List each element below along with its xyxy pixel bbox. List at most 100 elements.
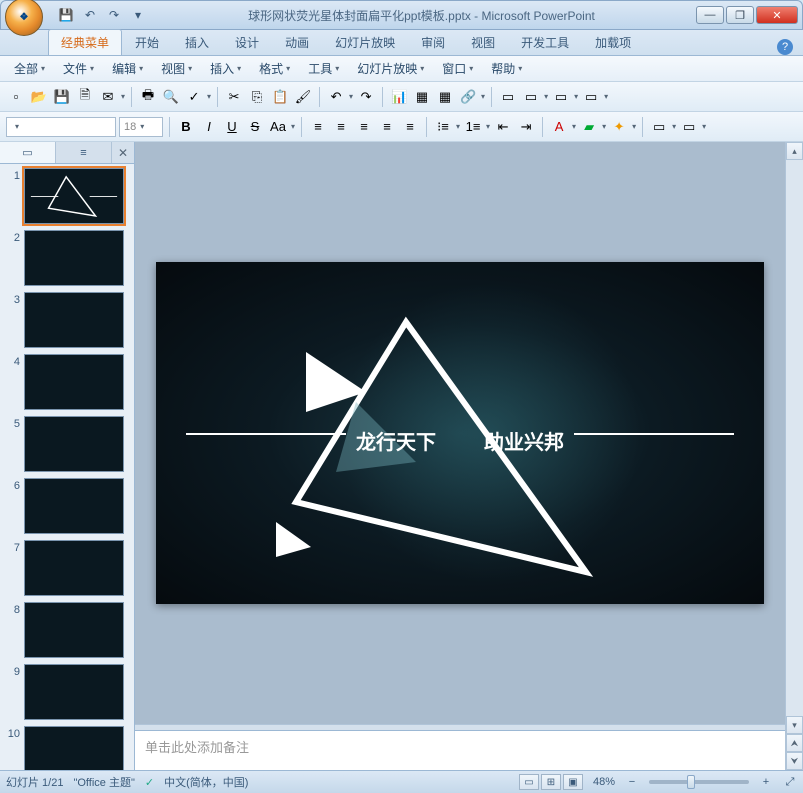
spellcheck-status-icon[interactable]: ✓ xyxy=(145,776,154,789)
open-icon[interactable]: 📂 xyxy=(29,87,49,107)
spellcheck-icon[interactable]: ✓ xyxy=(184,87,204,107)
tab-home[interactable]: 开始 xyxy=(122,29,172,55)
paste-icon[interactable]: 📋 xyxy=(270,87,290,107)
mail-icon[interactable]: ✉ xyxy=(98,87,118,107)
tab-addins[interactable]: 加载项 xyxy=(582,29,644,55)
align-justify-icon[interactable]: ≡ xyxy=(377,117,397,137)
tab-insert[interactable]: 插入 xyxy=(172,29,222,55)
thumbnail-preview[interactable] xyxy=(24,168,124,224)
thumbnail-preview[interactable] xyxy=(24,292,124,348)
new-icon[interactable]: ▫ xyxy=(6,87,26,107)
qat-save-icon[interactable]: 💾 xyxy=(57,6,75,24)
zoom-out-button[interactable]: − xyxy=(625,775,639,789)
fit-window-icon[interactable]: ⤢ xyxy=(783,775,797,789)
thumbnail-preview[interactable] xyxy=(24,726,124,770)
dropdown-icon[interactable]: ▾ xyxy=(632,122,636,131)
decrease-indent-icon[interactable]: ⇤ xyxy=(493,117,513,137)
thumbnail-item[interactable]: 8 xyxy=(4,602,130,658)
prev-slide-icon[interactable]: ⮝ xyxy=(786,734,803,752)
dropdown-icon[interactable]: ▾ xyxy=(572,122,576,131)
more2-icon[interactable]: ▭ xyxy=(679,117,699,137)
normal-view-icon[interactable]: ▭ xyxy=(519,774,539,790)
shape3-icon[interactable]: ▭ xyxy=(581,87,601,107)
qat-dropdown-icon[interactable]: ▾ xyxy=(129,6,147,24)
textbox-icon[interactable]: ▭ xyxy=(498,87,518,107)
slide-title-left[interactable]: 龙行天下 xyxy=(356,426,436,455)
font-color-icon[interactable]: A xyxy=(549,117,569,137)
thumbnail-item[interactable]: 9 xyxy=(4,664,130,720)
underline-button[interactable]: U xyxy=(222,117,242,137)
thumbnail-list[interactable]: 1234567891011 xyxy=(0,164,134,770)
next-slide-icon[interactable]: ⮟ xyxy=(786,752,803,770)
thumbnail-item[interactable]: 7 xyxy=(4,540,130,596)
align-left-icon[interactable]: ≡ xyxy=(308,117,328,137)
thumbnail-item[interactable]: 10 xyxy=(4,726,130,770)
zoom-in-button[interactable]: + xyxy=(759,775,773,789)
tab-view[interactable]: 视图 xyxy=(458,29,508,55)
slide-content[interactable]: 龙行天下 助业兴邦 xyxy=(156,262,764,604)
thumbnail-preview[interactable] xyxy=(24,354,124,410)
menu-all[interactable]: 全部▾ xyxy=(6,57,53,80)
undo-icon[interactable]: ↶ xyxy=(326,87,346,107)
thumbnails-tab[interactable]: ▭ xyxy=(0,142,56,163)
thumbnail-preview[interactable] xyxy=(24,416,124,472)
zoom-slider[interactable] xyxy=(649,780,749,784)
close-panel-icon[interactable]: ✕ xyxy=(112,142,134,163)
qat-undo-icon[interactable]: ↶ xyxy=(81,6,99,24)
italic-button[interactable]: I xyxy=(199,117,219,137)
dropdown-icon[interactable]: ▾ xyxy=(486,122,490,131)
dropdown-icon[interactable]: ▾ xyxy=(481,92,485,101)
copy-icon[interactable]: ⎘ xyxy=(247,87,267,107)
table2-icon[interactable]: ▦ xyxy=(435,87,455,107)
increase-indent-icon[interactable]: ⇥ xyxy=(516,117,536,137)
align-right-icon[interactable]: ≡ xyxy=(354,117,374,137)
dropdown-icon[interactable]: ▾ xyxy=(672,122,676,131)
menu-tools[interactable]: 工具▾ xyxy=(300,57,347,80)
tab-animation[interactable]: 动画 xyxy=(272,29,322,55)
dropdown-icon[interactable]: ▾ xyxy=(602,122,606,131)
menu-slideshow[interactable]: 幻灯片放映▾ xyxy=(349,57,432,80)
dropdown-icon[interactable]: ▾ xyxy=(604,92,608,101)
thumbnail-preview[interactable] xyxy=(24,602,124,658)
strike-button[interactable]: S xyxy=(245,117,265,137)
more-icon[interactable]: ▭ xyxy=(649,117,669,137)
thumbnail-preview[interactable] xyxy=(24,478,124,534)
format-painter-icon[interactable]: 🖌 xyxy=(293,87,313,107)
dropdown-icon[interactable]: ▾ xyxy=(456,122,460,131)
redo-icon[interactable]: ↷ xyxy=(356,87,376,107)
font-size-combo[interactable]: 18▾ xyxy=(119,117,163,137)
minimize-button[interactable]: — xyxy=(696,6,724,24)
effects-icon[interactable]: ✦ xyxy=(609,117,629,137)
bold-button[interactable]: B xyxy=(176,117,196,137)
menu-window[interactable]: 窗口▾ xyxy=(434,57,481,80)
zoom-thumb[interactable] xyxy=(687,775,695,789)
menu-insert[interactable]: 插入▾ xyxy=(202,57,249,80)
tab-review[interactable]: 审阅 xyxy=(408,29,458,55)
table-icon[interactable]: ▦ xyxy=(412,87,432,107)
thumbnail-item[interactable]: 5 xyxy=(4,416,130,472)
numbering-icon[interactable]: 1≡ xyxy=(463,117,483,137)
font-combo[interactable]: ▾ xyxy=(6,117,116,137)
dropdown-icon[interactable]: ▾ xyxy=(349,92,353,101)
cut-icon[interactable]: ✂ xyxy=(224,87,244,107)
thumbnail-item[interactable]: 2 xyxy=(4,230,130,286)
highlight-icon[interactable]: ▰ xyxy=(579,117,599,137)
slide-title-right[interactable]: 助业兴邦 xyxy=(484,426,564,455)
thumbnail-item[interactable]: 4 xyxy=(4,354,130,410)
tab-classic-menu[interactable]: 经典菜单 xyxy=(48,29,122,55)
outline-tab[interactable]: ≡ xyxy=(56,142,112,163)
language-status[interactable]: 中文(简体，中国) xyxy=(164,774,248,790)
thumbnail-preview[interactable] xyxy=(24,540,124,596)
distribute-icon[interactable]: ≡ xyxy=(400,117,420,137)
saveas-icon[interactable]: 🗎 xyxy=(75,87,95,107)
tab-developer[interactable]: 开发工具 xyxy=(508,29,582,55)
qat-redo-icon[interactable]: ↷ xyxy=(105,6,123,24)
thumbnail-preview[interactable] xyxy=(24,664,124,720)
thumbnail-item[interactable]: 6 xyxy=(4,478,130,534)
tab-slideshow[interactable]: 幻灯片放映 xyxy=(322,29,408,55)
changecase-button[interactable]: Aa xyxy=(268,117,288,137)
zoom-level[interactable]: 48% xyxy=(593,776,615,788)
bullets-icon[interactable]: ⁝≡ xyxy=(433,117,453,137)
slide-canvas[interactable]: 龙行天下 助业兴邦 xyxy=(135,142,785,724)
scroll-down-icon[interactable]: ▾ xyxy=(786,716,803,734)
